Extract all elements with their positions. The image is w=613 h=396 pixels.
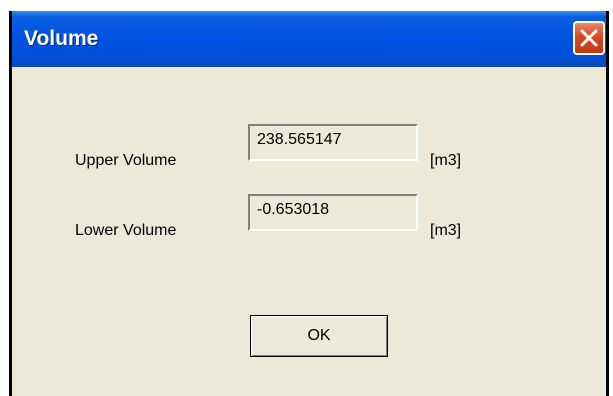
lower-volume-field: -0.653018 [248, 194, 418, 231]
title-bar[interactable]: Volume [12, 11, 606, 67]
lower-volume-unit: [m3] [430, 222, 462, 239]
window-title: Volume [24, 27, 99, 50]
close-icon [580, 29, 598, 47]
close-button[interactable] [573, 21, 605, 55]
ok-button-label: OK [307, 327, 331, 344]
upper-volume-field: 238.565147 [248, 124, 418, 161]
volume-dialog: Volume Upper Volume 238.565147 [m3] Lowe… [9, 11, 609, 396]
upper-volume-label: Upper Volume [75, 152, 177, 169]
ok-button[interactable]: OK [250, 315, 388, 357]
upper-volume-unit: [m3] [430, 152, 462, 169]
lower-volume-label: Lower Volume [75, 222, 177, 239]
